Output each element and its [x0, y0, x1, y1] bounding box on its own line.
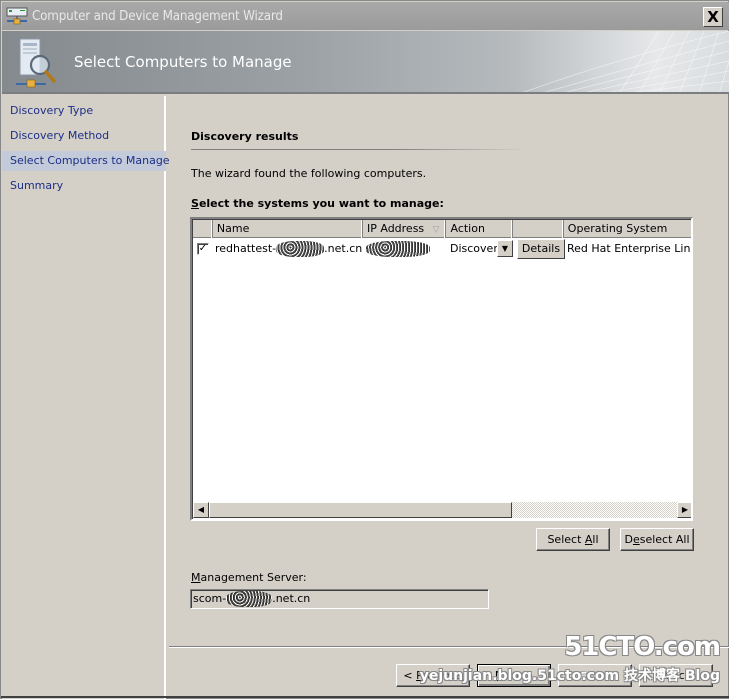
- redacted-area: [226, 591, 273, 607]
- select-systems-label: Select the systems you want to manage:: [191, 197, 444, 210]
- column-header-details[interactable]: [513, 220, 564, 238]
- sort-filter-icon: ▽: [432, 225, 440, 235]
- computers-list[interactable]: Name IP Address ▽ Action Operating Syste…: [190, 217, 693, 521]
- nav-item-discovery-type[interactable]: Discovery Type: [2, 101, 166, 121]
- scroll-thumb[interactable]: [209, 502, 512, 518]
- redacted-area: [276, 241, 325, 257]
- footer-divider: [169, 646, 729, 648]
- row-name: redhattest- .net.cn: [215, 241, 363, 257]
- column-header-ip-address[interactable]: IP Address ▽: [363, 220, 447, 238]
- page-title: Select Computers to Manage: [74, 53, 292, 71]
- wizard-header: Select Computers to Manage: [2, 31, 729, 94]
- select-all-button[interactable]: Select All: [536, 528, 610, 551]
- nav-item-select-computers[interactable]: Select Computers to Manage: [2, 151, 170, 171]
- management-server-label: Management Server:: [191, 571, 307, 584]
- scroll-right-button[interactable]: ▶: [677, 502, 691, 518]
- nav-item-discovery-method[interactable]: Discovery Method: [2, 126, 166, 146]
- section-divider: [191, 149, 527, 150]
- management-server-field[interactable]: scom- .net.cn: [190, 589, 489, 609]
- close-button[interactable]: X: [703, 7, 723, 27]
- column-header-operating-system[interactable]: Operating System: [564, 220, 691, 238]
- column-header-check[interactable]: [193, 220, 213, 238]
- deselect-all-button[interactable]: Deselect All: [620, 528, 694, 551]
- row-action-combo[interactable]: Discover: [450, 239, 498, 259]
- wizard-window: Computer and Device Management Wizard X …: [0, 0, 729, 699]
- intro-text: The wizard found the following computers…: [191, 167, 427, 180]
- row-ip-address: [366, 239, 430, 259]
- arrow-right-icon: ▶: [681, 505, 689, 514]
- list-header: Name IP Address ▽ Action Operating Syste…: [193, 220, 691, 238]
- network-computer-icon: [6, 7, 28, 25]
- column-header-name[interactable]: Name: [213, 220, 363, 238]
- row-operating-system: Red Hat Enterprise Linux E: [567, 242, 691, 255]
- arrow-left-icon: ◀: [197, 505, 205, 514]
- nav-item-summary[interactable]: Summary: [2, 176, 166, 196]
- row-checkbox[interactable]: ✓: [197, 243, 209, 255]
- redacted-ip: [366, 241, 430, 257]
- wizard-content: Discovery results The wizard found the f…: [169, 96, 729, 646]
- title-bar[interactable]: Computer and Device Management Wizard X: [2, 2, 729, 30]
- close-icon: X: [707, 7, 719, 26]
- finish-button[interactable]: Finish: [558, 664, 632, 687]
- horizontal-scrollbar[interactable]: ◀ ▶: [193, 502, 691, 518]
- window-bottom-border: [1, 696, 729, 698]
- table-row[interactable]: ✓ redhattest- .net.cn Discover ▼ Details …: [193, 239, 691, 259]
- next-button[interactable]: Next >: [477, 664, 551, 687]
- section-heading: Discovery results: [191, 130, 299, 143]
- action-value: Discover: [450, 242, 498, 255]
- cancel-button[interactable]: Cancel: [639, 664, 713, 687]
- scroll-left-button[interactable]: ◀: [193, 502, 209, 518]
- wizard-steps-nav: Discovery Type Discovery Method Select C…: [2, 96, 170, 699]
- window-title: Computer and Device Management Wizard: [32, 9, 283, 24]
- details-button[interactable]: Details: [517, 239, 565, 259]
- decorative-mesh-graphic: [523, 31, 729, 92]
- action-dropdown-button[interactable]: ▼: [497, 240, 513, 257]
- computer-search-icon: [16, 38, 56, 88]
- chevron-down-icon: ▼: [501, 244, 509, 253]
- previous-button[interactable]: < Previous: [396, 664, 470, 687]
- column-header-action[interactable]: Action: [446, 220, 514, 238]
